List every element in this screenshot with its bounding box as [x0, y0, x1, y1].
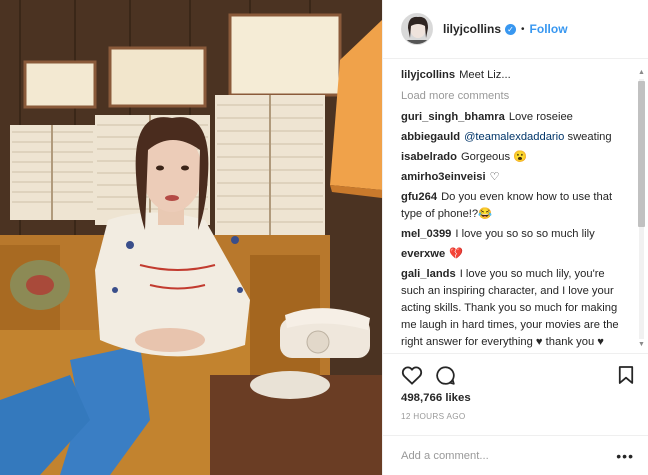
comment-item: guri_singh_bhamra Love roseiee [401, 109, 623, 126]
avatar[interactable] [401, 13, 433, 45]
scroll-up-arrow-icon[interactable]: ▲ [637, 69, 646, 77]
post-photo-image [0, 0, 382, 475]
comment-item: abbiegauld @teamalexdaddario sweating [401, 129, 623, 146]
comments-list[interactable]: lilyjcollins Meet Liz... Load more commen… [383, 59, 648, 353]
comment-username[interactable]: amirho3einveisi [401, 171, 486, 183]
comment-text: Gorgeous 😮 [460, 151, 528, 163]
post-photo[interactable] [0, 0, 382, 475]
comment-text: sweating [567, 131, 612, 143]
comment-bubble-icon[interactable] [435, 365, 456, 386]
add-comment-input[interactable] [401, 449, 617, 462]
caption: lilyjcollins Meet Liz... [401, 67, 623, 84]
comment-text: I love you so much lily, you're such an … [401, 268, 619, 348]
post-timestamp[interactable]: 12 HOURS AGO [401, 412, 634, 421]
verified-badge-icon: ✓ [505, 23, 517, 35]
bookmark-icon[interactable] [618, 365, 634, 385]
caption-text: Meet Liz... [459, 69, 511, 81]
scroll-down-arrow-icon[interactable]: ▼ [637, 341, 646, 349]
header-separator: • [521, 23, 525, 35]
comment-item: isabelrado Gorgeous 😮 [401, 149, 623, 166]
comment-item: mel_0399 I love you so so so much lily [401, 226, 623, 243]
comment-username[interactable]: abbiegauld [401, 131, 460, 143]
post-actions: 498,766 likes 12 HOURS AGO [383, 353, 648, 435]
comment-username[interactable]: guri_singh_bhamra [401, 111, 505, 123]
comment-text: Love roseiee [508, 111, 573, 123]
comment-item: amirho3einveisi ♡ [401, 169, 623, 186]
header-username[interactable]: lilyjcollins [443, 22, 501, 36]
action-icons [401, 364, 634, 386]
comment-username[interactable]: gali_lands [401, 268, 456, 280]
heart-icon[interactable] [401, 365, 423, 385]
comments-scrollbar[interactable]: ▲ ▼ [637, 69, 646, 349]
caption-username[interactable]: lilyjcollins [401, 69, 455, 81]
more-options-icon[interactable]: ••• [616, 448, 634, 464]
follow-button[interactable]: Follow [530, 22, 568, 36]
comment-username[interactable]: mel_0399 [401, 228, 451, 240]
comment-mention-link[interactable]: @teamalexdaddario [464, 131, 564, 143]
scrollbar-thumb[interactable] [638, 81, 645, 227]
post-side-panel: lilyjcollins ✓ • Follow lilyjcollins Meet… [382, 0, 648, 475]
comment-username[interactable]: everxwe [401, 248, 445, 260]
comment-item: everxwe 💔 [401, 246, 623, 263]
post-header: lilyjcollins ✓ • Follow [383, 0, 648, 59]
comment-username[interactable]: gfu264 [401, 191, 437, 203]
add-comment-bar: ••• [383, 435, 648, 475]
instagram-post: lilyjcollins ✓ • Follow lilyjcollins Meet… [0, 0, 648, 475]
comment-text: ♡ [489, 171, 500, 183]
comment-item: gfu264 Do you even know how to use that t… [401, 189, 623, 223]
comment-item: gali_lands I love you so much lily, you'r… [401, 266, 623, 351]
comment-text: 💔 [449, 248, 464, 260]
likes-count[interactable]: 498,766 likes [401, 392, 634, 404]
comment-username[interactable]: isabelrado [401, 151, 457, 163]
load-more-comments-button[interactable]: Load more comments [401, 88, 623, 105]
comment-text: I love you so so so much lily [455, 228, 595, 240]
